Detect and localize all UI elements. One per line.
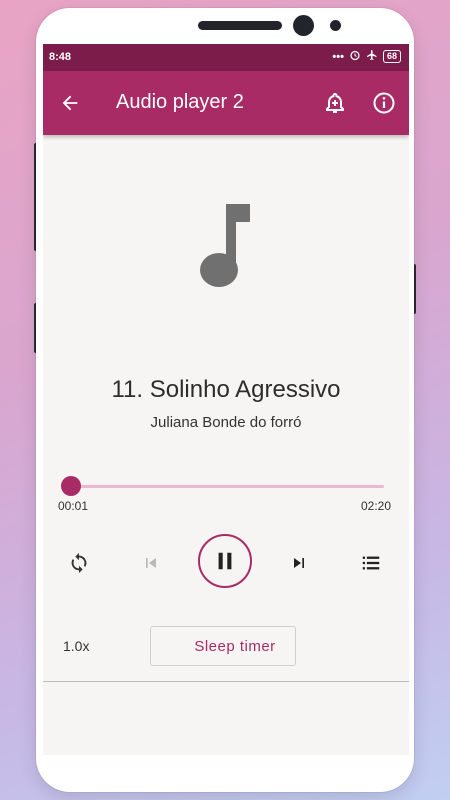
alarm-icon xyxy=(349,49,361,64)
repeat-icon xyxy=(71,552,87,574)
info-button[interactable] xyxy=(369,88,399,118)
sleep-timer-button[interactable]: Sleep timer xyxy=(150,626,296,666)
seek-bar[interactable] xyxy=(69,485,384,488)
pause-icon xyxy=(218,552,232,570)
add-alarm-button[interactable] xyxy=(320,88,350,118)
app-screen: 8:48 ••• 68 Audio player 2 11. Solinho A… xyxy=(43,44,409,755)
playlist-button[interactable] xyxy=(357,549,385,577)
repeat-button[interactable] xyxy=(65,549,93,577)
total-time: 02:20 xyxy=(360,499,391,513)
more-dots-icon: ••• xyxy=(332,50,344,63)
status-bar: 8:48 ••• 68 xyxy=(43,44,409,71)
seek-thumb[interactable] xyxy=(61,476,82,496)
back-button[interactable] xyxy=(55,88,85,118)
music-note-icon xyxy=(200,204,250,287)
next-button[interactable] xyxy=(285,549,313,577)
add-alarm-icon xyxy=(326,92,344,113)
phone-camera xyxy=(293,15,314,36)
moon-icon xyxy=(172,639,180,653)
app-bar: Audio player 2 xyxy=(43,71,409,135)
back-arrow-icon xyxy=(62,95,78,111)
phone-earpiece xyxy=(198,21,282,30)
playlist-icon xyxy=(362,556,380,570)
page-title: Audio player 2 xyxy=(116,91,244,113)
playback-speed-button[interactable]: 1.0x xyxy=(63,638,89,654)
battery-indicator: 68 xyxy=(382,50,401,63)
divider xyxy=(43,681,409,682)
previous-button[interactable] xyxy=(137,549,165,577)
album-art xyxy=(198,202,254,295)
track-artist: Juliana Bonde do forró xyxy=(150,414,302,431)
track-title: 11. Solinho Agressivo xyxy=(111,376,341,403)
info-icon xyxy=(373,92,395,114)
current-time: 00:01 xyxy=(58,499,89,513)
status-time: 8:48 xyxy=(49,51,72,63)
airplane-icon xyxy=(366,49,378,64)
skip-next-icon xyxy=(294,558,304,568)
status-icons: ••• 68 xyxy=(332,49,401,64)
phone-sensor xyxy=(330,20,341,31)
skip-previous-icon xyxy=(146,558,156,568)
sleep-timer-label: Sleep timer xyxy=(194,637,276,655)
pause-button[interactable] xyxy=(198,534,252,588)
